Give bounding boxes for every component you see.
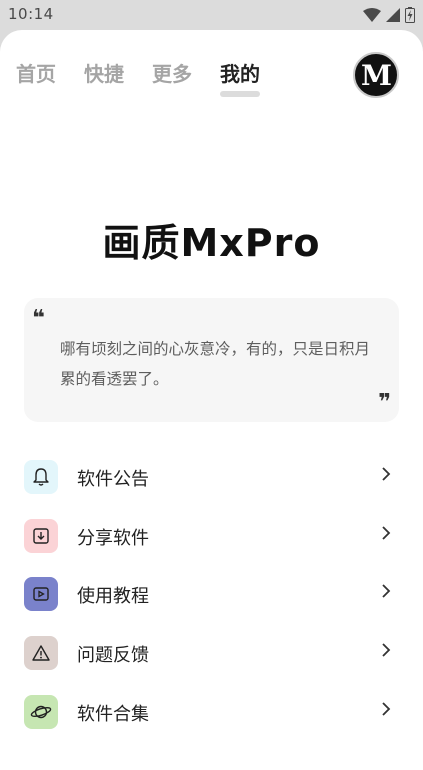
menu-label: 软件合集 [77,703,149,725]
planet-icon [24,694,58,729]
warning-icon [24,636,58,671]
menu-label: 使用教程 [77,586,149,608]
menu-label: 问题反馈 [77,645,149,667]
wifi-icon [363,8,381,22]
chevron-right-icon [382,526,391,540]
open-quote-icon: ❝ [32,306,45,331]
status-bar: 10:14 [0,0,423,30]
chevron-right-icon [382,584,391,599]
app-title: 画质MxPro [102,221,321,265]
chevron-right-icon [382,702,391,716]
quote-text: 哪有顷刻之间的心灰意冷，有的，只是日积月累的看透罢了。 [60,340,371,388]
tab-home[interactable]: 首页 [16,58,56,87]
avatar[interactable]: M [353,52,399,98]
battery-icon [405,7,415,23]
play-video-icon [24,577,58,612]
menu-item-tutorial[interactable]: 使用教程 [0,565,423,624]
tab-shortcuts[interactable]: 快捷 [84,58,124,87]
avatar-letter: M [361,58,392,92]
download-box-icon [24,518,58,553]
menu-label: 软件公告 [77,469,149,490]
signal-icon [386,8,400,22]
main-card: 首页 快捷 更多 我的 M 画质MxPro ❝ 哪有顷刻之间的心灰意冷，有的，只… [0,30,423,770]
menu-label: 分享软件 [77,527,149,549]
menu-item-collection[interactable]: 软件合集 [0,683,423,742]
status-icons [363,6,415,24]
menu-item-share[interactable]: 分享软件 [0,507,423,566]
status-time: 10:14 [8,5,54,23]
tab-more[interactable]: 更多 [152,58,192,87]
menu-item-feedback[interactable]: 问题反馈 [0,624,423,683]
top-tabs: 首页 快捷 更多 我的 [16,58,260,97]
tab-mine[interactable]: 我的 [220,58,260,97]
chevron-right-icon [382,643,391,657]
quote-box: ❝ 哪有顷刻之间的心灰意冷，有的，只是日积月累的看透罢了。 ❞ [24,298,399,422]
close-quote-icon: ❞ [378,390,391,415]
menu-list: 软件公告 分享软件 使用教程 问题反馈 软件合集 [0,448,423,741]
bell-icon [24,460,58,494]
chevron-right-icon [382,467,391,481]
menu-item-announcement[interactable]: 软件公告 [0,448,423,507]
